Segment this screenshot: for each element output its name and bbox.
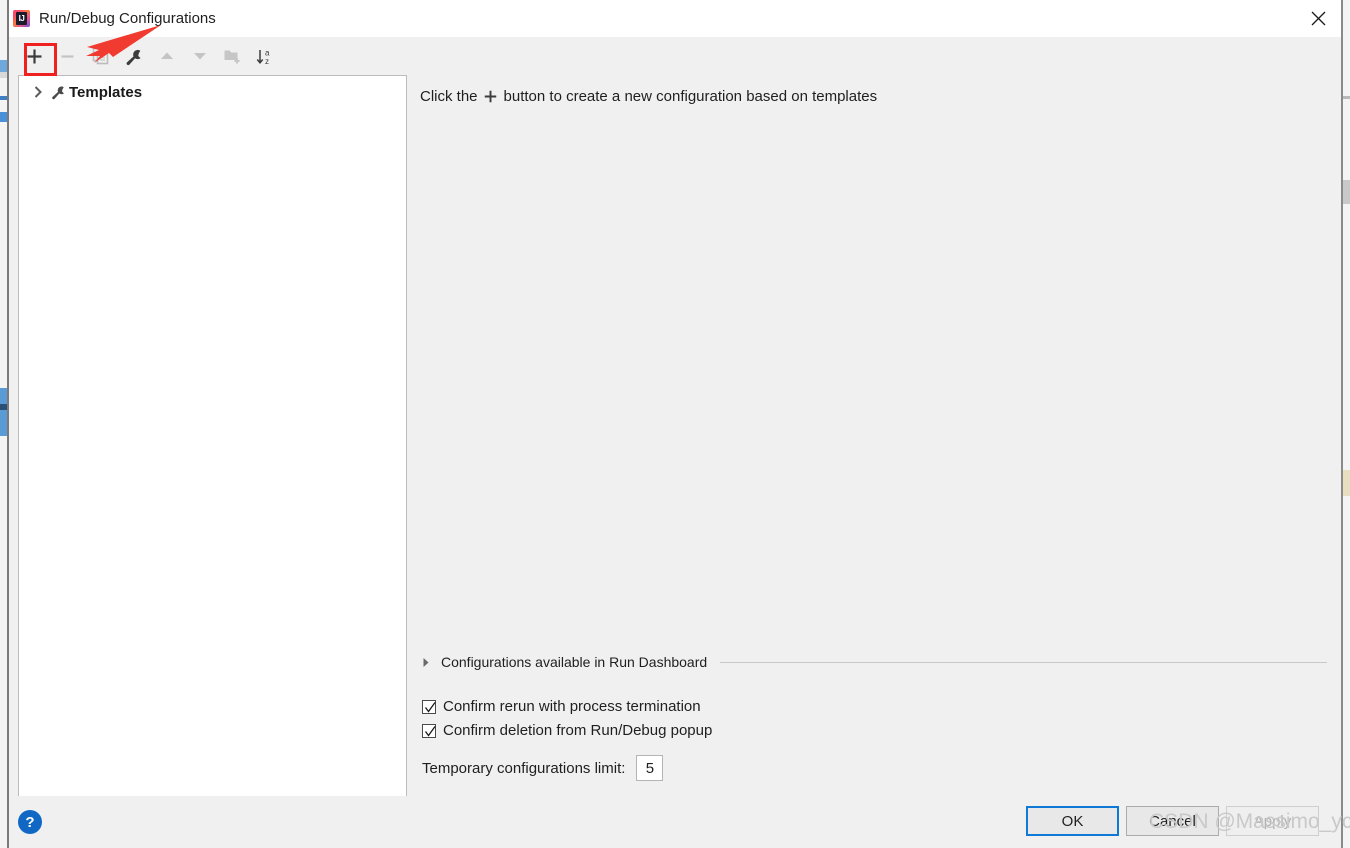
- check-icon: [424, 701, 436, 713]
- dialog-titlebar: IJ Run/Debug Configurations: [9, 0, 1341, 37]
- intellij-idea-icon: IJ: [13, 10, 30, 27]
- checkbox-box[interactable]: [422, 699, 436, 714]
- apply-button: Apply: [1226, 806, 1319, 836]
- checkbox-label: Confirm rerun with process termination: [443, 698, 701, 715]
- background-window-left: [0, 0, 9, 848]
- chevron-right-icon[interactable]: [29, 86, 47, 98]
- move-up-button: [150, 41, 183, 71]
- confirm-rerun-checkbox[interactable]: Confirm rerun with process termination: [422, 698, 701, 715]
- new-folder-button: [216, 41, 249, 71]
- close-icon[interactable]: [1295, 0, 1341, 37]
- temporary-limit-input[interactable]: [636, 755, 664, 781]
- edit-templates-button[interactable]: [117, 41, 150, 71]
- hint-prefix-text: Click the: [420, 88, 478, 105]
- run-dashboard-section-label: Configurations available in Run Dashboar…: [441, 654, 708, 670]
- remove-configuration-button: [51, 41, 84, 71]
- dialog-title: Run/Debug Configurations: [39, 10, 216, 27]
- triangle-right-icon[interactable]: [422, 657, 434, 668]
- configurations-tree-panel[interactable]: Templates: [18, 75, 407, 797]
- sort-button[interactable]: a z: [249, 41, 282, 71]
- configuration-detail-panel: Click the button to create a new configu…: [417, 75, 1341, 796]
- temporary-limit-label: Temporary configurations limit:: [422, 759, 626, 777]
- copy-configuration-button: [84, 41, 117, 71]
- wrench-icon: [47, 84, 69, 100]
- ok-button[interactable]: OK: [1026, 806, 1119, 836]
- hint-suffix-text: button to create a new configuration bas…: [503, 88, 878, 105]
- run-dashboard-section-header[interactable]: Configurations available in Run Dashboar…: [422, 654, 1327, 670]
- check-icon: [424, 725, 436, 737]
- empty-state-hint: Click the button to create a new configu…: [420, 88, 877, 105]
- cancel-button[interactable]: Cancel: [1126, 806, 1219, 836]
- dialog-body: Templates Click the button to create a n…: [9, 75, 1341, 797]
- help-button[interactable]: ?: [18, 810, 42, 834]
- configurations-toolbar: a z: [9, 25, 1341, 76]
- checkbox-label: Confirm deletion from Run/Debug popup: [443, 722, 713, 739]
- plus-icon: [483, 89, 498, 104]
- dialog-footer: ? OK Cancel Apply: [9, 796, 1341, 848]
- add-configuration-button[interactable]: [18, 41, 51, 71]
- dialog-button-group: OK Cancel Apply: [1026, 806, 1319, 836]
- confirm-deletion-checkbox[interactable]: Confirm deletion from Run/Debug popup: [422, 722, 712, 739]
- run-debug-configurations-dialog: IJ Run/Debug Configurations a z Template…: [9, 0, 1341, 848]
- temporary-configurations-limit-row: Temporary configurations limit:: [422, 755, 664, 781]
- checkbox-box[interactable]: [422, 723, 436, 738]
- tree-item-label: Templates: [69, 83, 143, 101]
- background-window-right: [1341, 0, 1350, 848]
- tree-item-templates[interactable]: Templates: [19, 80, 406, 104]
- move-down-button: [183, 41, 216, 71]
- svg-text:z: z: [265, 57, 269, 66]
- section-divider: [720, 661, 1327, 663]
